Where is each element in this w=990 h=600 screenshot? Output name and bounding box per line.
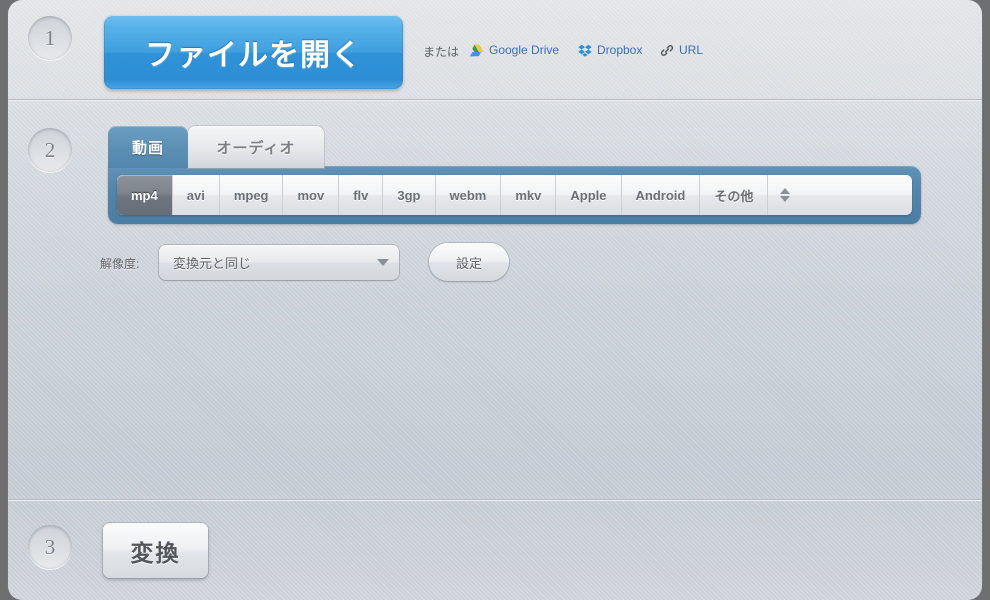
dropbox-icon: [578, 44, 592, 57]
format-option-mp4[interactable]: mp4: [117, 175, 172, 215]
url-link-label: URL: [679, 43, 703, 57]
format-option-apple[interactable]: Apple: [555, 175, 620, 215]
step-2-number: 2: [45, 138, 56, 163]
step-1-section: 1 ファイルを開く または Google Drive: [8, 0, 982, 100]
tab-audio-label: オーディオ: [217, 137, 296, 158]
step-3-number: 3: [45, 535, 56, 560]
step-2-badge: 2: [28, 128, 72, 172]
google-drive-icon: [470, 44, 484, 57]
resolution-select[interactable]: 変換元と同じ: [159, 245, 399, 280]
format-option-android[interactable]: Android: [621, 175, 700, 215]
google-drive-link[interactable]: Google Drive: [470, 43, 559, 57]
tab-audio[interactable]: オーディオ: [188, 126, 324, 168]
format-option-mkv[interactable]: mkv: [500, 175, 555, 215]
format-option-mov[interactable]: mov: [282, 175, 338, 215]
dropbox-link[interactable]: Dropbox: [578, 43, 642, 57]
google-drive-link-label: Google Drive: [489, 43, 559, 57]
format-strip: mp4 avi mpeg mov flv 3gp webm mkv Apple …: [117, 175, 912, 215]
chevron-up-icon: [780, 188, 790, 194]
step-1-badge: 1: [28, 16, 72, 60]
format-option-3gp[interactable]: 3gp: [382, 175, 434, 215]
resolution-selected-value: 変換元と同じ: [173, 253, 377, 272]
chevron-down-icon: [780, 196, 790, 202]
tab-video[interactable]: 動画: [108, 126, 188, 168]
format-option-mpeg[interactable]: mpeg: [219, 175, 283, 215]
format-option-avi[interactable]: avi: [172, 175, 219, 215]
settings-button[interactable]: 設定: [429, 243, 509, 281]
step-1-number: 1: [45, 26, 56, 51]
app-panel: 1 ファイルを開く または Google Drive: [8, 0, 982, 600]
tab-video-label: 動画: [132, 137, 164, 158]
format-selector-bar: mp4 avi mpeg mov flv 3gp webm mkv Apple …: [108, 166, 921, 224]
resolution-label: 解像度:: [100, 255, 139, 272]
step-3-badge: 3: [28, 525, 72, 569]
or-label: または: [423, 43, 459, 60]
format-option-flv[interactable]: flv: [338, 175, 382, 215]
format-option-other[interactable]: その他: [699, 175, 767, 215]
convert-button[interactable]: 変換: [103, 523, 208, 578]
caret-down-icon: [377, 259, 389, 266]
format-stepper-icon[interactable]: [767, 175, 801, 215]
format-option-webm[interactable]: webm: [435, 175, 501, 215]
link-chain-icon: [660, 44, 674, 57]
url-link[interactable]: URL: [660, 43, 703, 57]
dropbox-link-label: Dropbox: [597, 43, 642, 57]
open-file-button[interactable]: ファイルを開く: [104, 15, 403, 89]
